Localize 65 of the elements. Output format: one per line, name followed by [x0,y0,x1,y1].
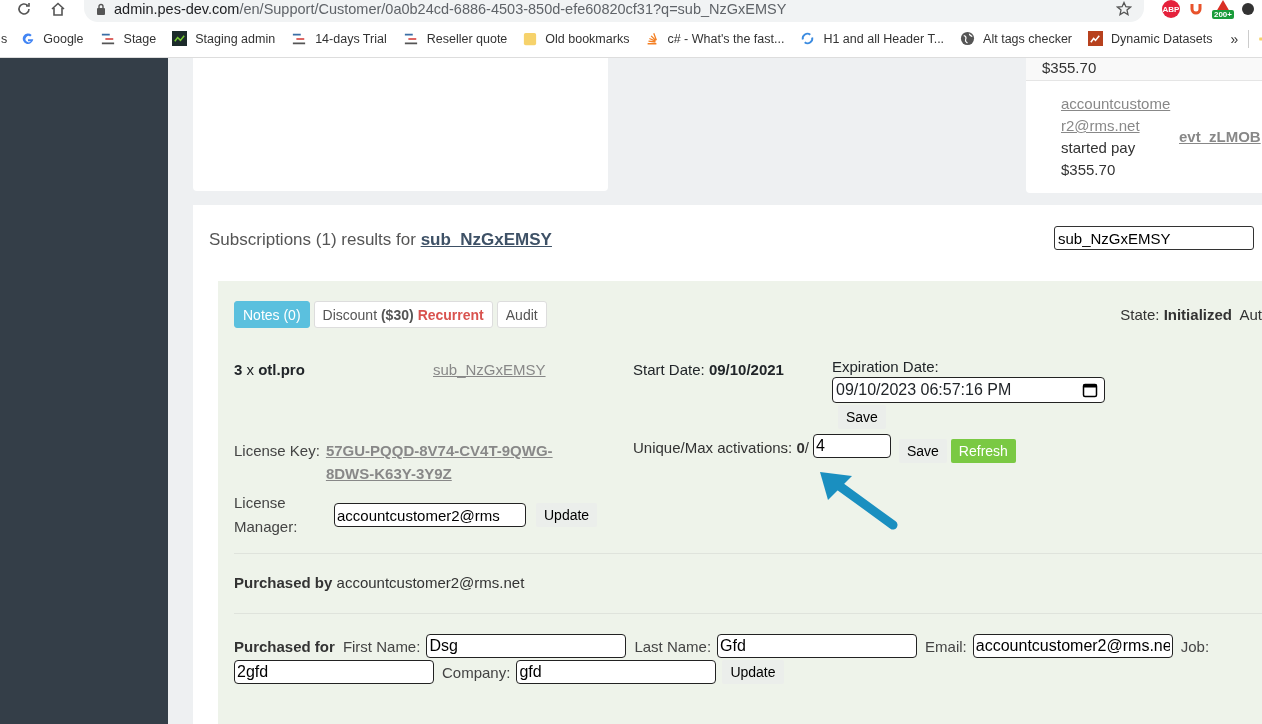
chart-icon [172,31,188,46]
bars-icon [402,31,419,46]
license-manager-field[interactable]: accountcustomer2@rms [334,503,526,527]
home-icon[interactable] [50,1,66,17]
adblock-extension-icon[interactable]: ABP [1161,0,1180,18]
expiration-label: Expiration Date: [832,358,939,375]
start-date-text: Start Date: 09/10/2021 [633,360,785,380]
input-field[interactable]: gfd [516,660,717,684]
stack-icon [645,31,660,46]
bookmark[interactable]: Reseller quote [394,31,516,46]
input-field[interactable]: Gfd [717,634,918,658]
field-label: Company: [442,663,511,681]
field-label: First Name: [342,637,421,655]
query-link[interactable]: sub_NzGxEMSY [420,230,552,249]
globe-icon [960,31,976,46]
star-icon[interactable] [1115,1,1132,17]
calendar-icon[interactable] [1082,382,1098,398]
bookmark[interactable]: c# - What's the fast... [637,31,793,46]
activations-text: Unique/Max activations: 0/ [633,439,809,456]
purchased-by-text: Purchased by accountcustomer2@rms.net [234,573,526,593]
input-field[interactable]: 2gfd [234,660,434,684]
update-button[interactable]: Update [536,503,598,527]
bookmark[interactable]: 14-days Trial [283,31,395,46]
input-field[interactable]: Dsg [426,634,627,658]
license-manager-label: License Manager: [234,493,299,537]
bookmark[interactable]: Dynamic Datasets [1080,31,1221,46]
update-button[interactable]: Update [722,660,784,684]
google-icon [21,31,36,46]
field-label: Email: [925,637,967,655]
more-bookmarks-button[interactable]: » [1220,30,1249,47]
email-link[interactable]: accountcustomer2@rms.net [1061,93,1173,137]
bookmark[interactable]: Alt tags checker [952,31,1081,46]
reload-icon[interactable] [16,1,32,17]
bookmark[interactable]: Google [13,31,92,46]
sync-icon [800,31,816,46]
field-label: Last Name: [634,637,712,655]
url-text: admin.pes-dev.com/en/Support/Customer/0a0b24cd-6886-4503-850d-efe60820cf31?q=sub_NzGxEMSY [114,1,788,17]
bars-icon [99,31,116,46]
expiration-date-field[interactable]: 09/10/2023 06:57:16 PM [832,377,1105,403]
bookmark[interactable]: s [0,31,14,46]
tab[interactable]: Audit [496,301,547,328]
amount-text: $355.70 [1026,58,1262,81]
tab[interactable]: Discount ($30) Recurrent [313,301,493,328]
avatar-icon[interactable] [1242,1,1254,17]
bookmark[interactable]: Stage [91,31,165,46]
address-bar[interactable]: admin.pes-dev.com/en/Support/Customer/0a0b24cd-6886-4503-850d-efe60820cf31?q=sub_NzGxEMSY [84,0,1144,22]
bookmark[interactable]: H1 and all Header T... [792,31,953,46]
subscriptions-heading: Subscriptions (1) results for sub_NzGxEMSY [209,229,552,250]
product-text: 3 x otl.pro [234,360,306,380]
event-link[interactable]: evt_zLMOB [1179,126,1261,148]
action-text: started pay [1061,138,1137,158]
lock-icon [96,3,106,15]
search-field[interactable]: sub_NzGxEMSY [1054,226,1254,250]
save-button[interactable]: Save [838,405,886,429]
save-button[interactable]: Save [898,439,947,463]
amount-text: $355.70 [1061,160,1117,180]
bookmark[interactable]: Old bookmarks [515,30,638,47]
max-activations-field[interactable]: 4 [812,434,891,458]
bookmark[interactable]: Staging admin [164,31,284,46]
chart-icon [1088,31,1104,46]
field-label: Job: [1180,637,1210,655]
purchased-for-label: Purchased for [234,637,335,655]
bars-icon [291,31,308,46]
state-text: State: Initialized Aut [1120,306,1262,323]
license-key-label: License Key: [234,441,320,461]
